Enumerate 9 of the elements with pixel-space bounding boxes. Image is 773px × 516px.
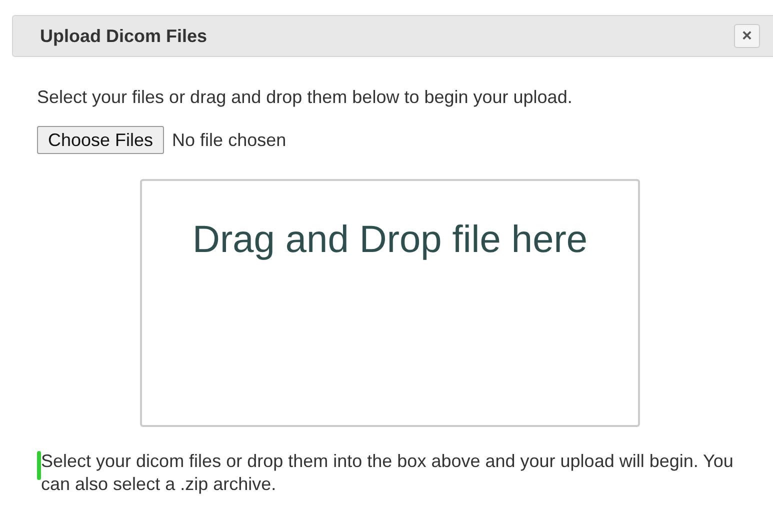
drop-zone-label: Drag and Drop file here xyxy=(192,219,588,262)
close-button[interactable]: × xyxy=(734,24,760,48)
dialog-title: Upload Dicom Files xyxy=(40,26,208,46)
help-text: Select your dicom files or drop them into the box above and your upload will begin. You can also select a .zip archive. xyxy=(41,450,734,496)
choose-files-button[interactable]: Choose Files xyxy=(37,126,164,154)
file-status-text: No file chosen xyxy=(172,130,286,150)
drop-zone[interactable]: Drag and Drop file here xyxy=(140,179,640,427)
text-cursor-marker xyxy=(37,451,41,480)
instruction-text: Select your files or drag and drop them below to begin your upload. xyxy=(37,87,574,108)
